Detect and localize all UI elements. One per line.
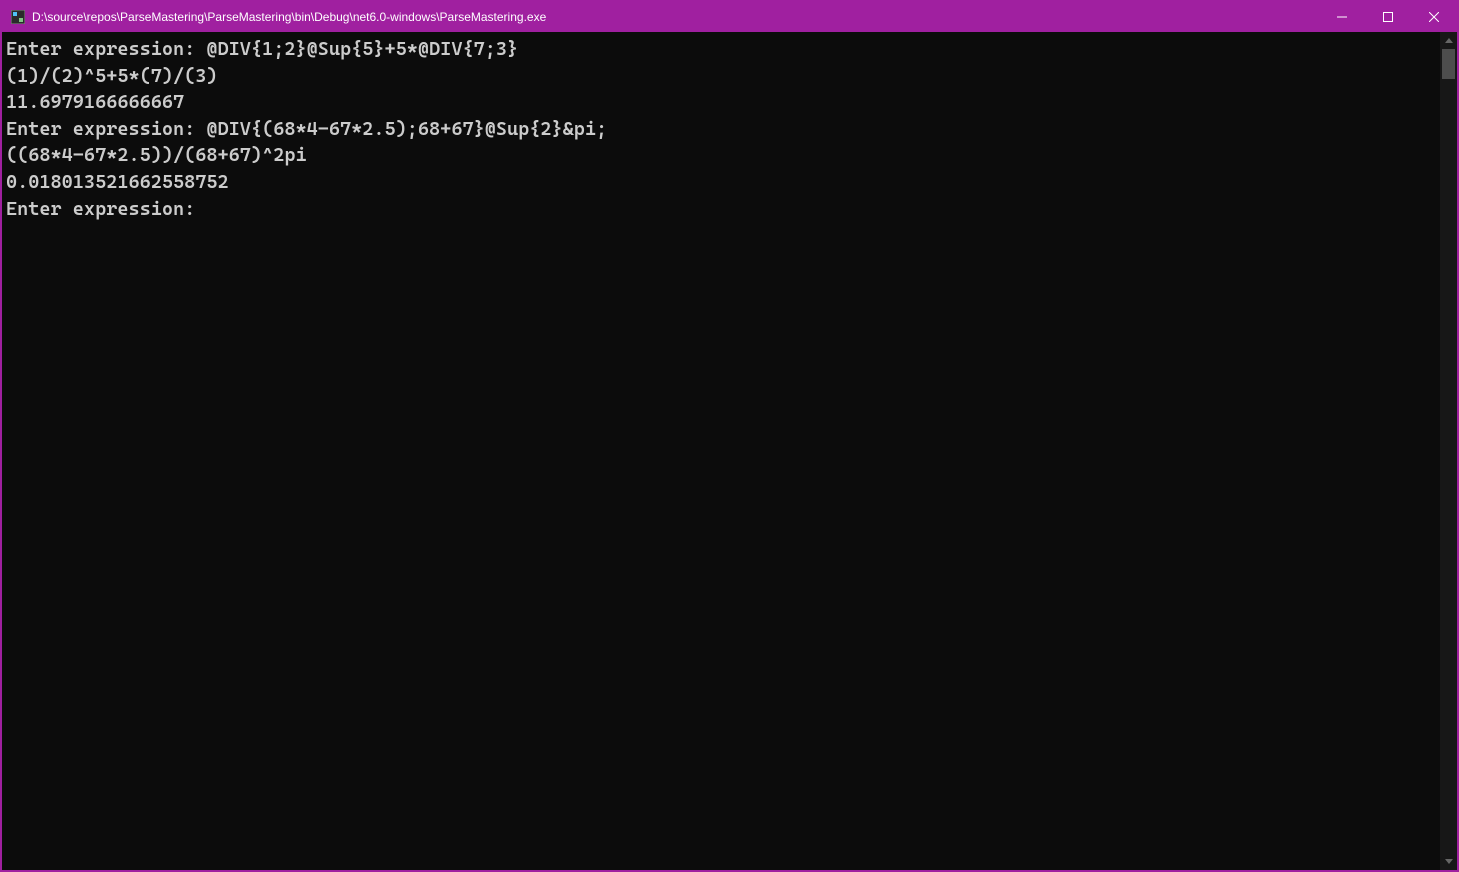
console-line: Enter expression: @DIV{(68*4-67*2.5);68+… xyxy=(6,116,1436,143)
console-line: (1)/(2)^5+5*(7)/(3) xyxy=(6,63,1436,90)
window-controls xyxy=(1319,2,1457,32)
console-line: 11.6979166666667 xyxy=(6,89,1436,116)
console-line: Enter expression: @DIV{1;2}@Sup{5}+5*@DI… xyxy=(6,36,1436,63)
console-area: Enter expression: @DIV{1;2}@Sup{5}+5*@DI… xyxy=(2,32,1457,870)
console-line: 0.018013521662558752 xyxy=(6,169,1436,196)
scroll-down-arrow[interactable] xyxy=(1440,853,1457,870)
maximize-button[interactable] xyxy=(1365,2,1411,32)
console-output[interactable]: Enter expression: @DIV{1;2}@Sup{5}+5*@DI… xyxy=(2,32,1440,870)
scroll-track[interactable] xyxy=(1440,49,1457,853)
scroll-up-arrow[interactable] xyxy=(1440,32,1457,49)
window-title: D:\source\repos\ParseMastering\ParseMast… xyxy=(32,10,1319,24)
close-button[interactable] xyxy=(1411,2,1457,32)
vertical-scrollbar[interactable] xyxy=(1440,32,1457,870)
minimize-button[interactable] xyxy=(1319,2,1365,32)
console-line: ((68*4-67*2.5))/(68+67)^2pi xyxy=(6,142,1436,169)
app-icon xyxy=(10,9,26,25)
scroll-thumb[interactable] xyxy=(1442,49,1455,79)
titlebar[interactable]: D:\source\repos\ParseMastering\ParseMast… xyxy=(2,2,1457,32)
console-line: Enter expression: xyxy=(6,196,1436,223)
console-window: D:\source\repos\ParseMastering\ParseMast… xyxy=(0,0,1459,872)
